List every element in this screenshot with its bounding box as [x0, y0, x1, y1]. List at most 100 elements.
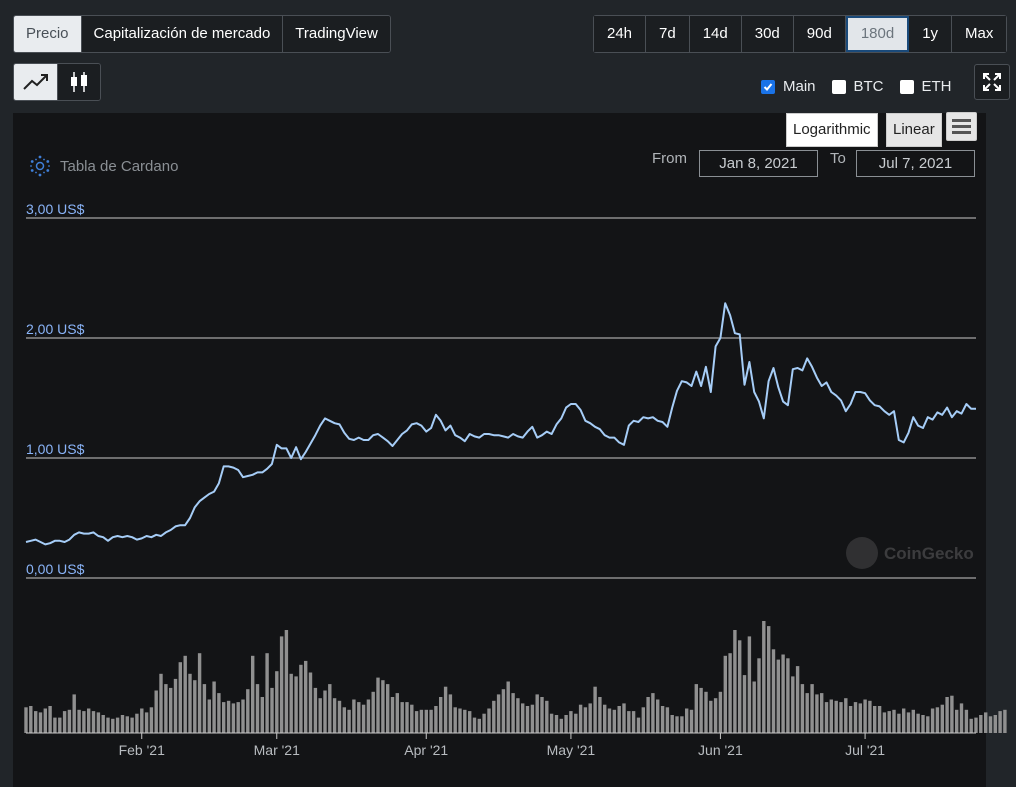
volume-bar: [284, 630, 289, 733]
x-tick-label: Jul '21: [845, 742, 885, 758]
volume-bar: [506, 681, 510, 733]
volume-bar: [188, 673, 192, 733]
volume-bar: [617, 706, 621, 733]
volume-bar: [38, 712, 43, 733]
volume-bar: [193, 680, 197, 733]
volume-bar: [159, 673, 163, 733]
volume-bar: [217, 693, 221, 733]
volume-bar: [603, 704, 607, 733]
volume-bar: [675, 716, 679, 733]
volume-bar: [395, 693, 399, 733]
volume-bar: [651, 693, 655, 733]
volume-bar: [448, 694, 453, 733]
from-date-input[interactable]: [699, 150, 818, 177]
volume-bar: [43, 708, 47, 733]
chart-title-text: Tabla de Cardano: [60, 157, 179, 175]
volume-bar: [665, 707, 670, 733]
volume-bar: [627, 711, 631, 733]
volume-bar: [887, 711, 891, 733]
volume-bar: [62, 711, 67, 733]
volume-bar: [545, 700, 549, 733]
x-tick-label: Apr '21: [404, 742, 448, 758]
volume-bar: [96, 712, 101, 733]
volume-bar: [453, 707, 457, 733]
volume-bar: [757, 658, 761, 733]
volume-bar: [535, 694, 539, 733]
volume-bar: [877, 706, 882, 733]
volume-bar: [998, 711, 1002, 733]
volume-bar: [738, 640, 742, 733]
volume-bar: [212, 681, 216, 733]
volume-bar: [858, 703, 862, 733]
volume-bar: [752, 681, 756, 733]
volume-bar: [588, 703, 592, 733]
volume-bar: [959, 703, 964, 733]
x-tick-label: Jun '21: [698, 742, 743, 758]
logarithmic-button[interactable]: Logarithmic: [786, 113, 878, 147]
volume-bar: [713, 698, 718, 733]
volume-bar: [574, 713, 578, 733]
volume-bar: [48, 706, 52, 733]
volume-bar: [709, 700, 713, 733]
volume-bar: [34, 711, 38, 733]
x-tick-label: Feb '21: [119, 742, 165, 758]
volume-bar: [226, 700, 231, 733]
volume-bar: [776, 659, 780, 733]
volume-bar: [844, 698, 848, 733]
volume-bar: [77, 709, 81, 733]
volume-bar: [144, 712, 149, 733]
volume-bar: [882, 712, 887, 733]
volume-bar: [304, 660, 308, 733]
volume-bar: [270, 687, 274, 733]
volume-bar: [598, 697, 602, 733]
volume-bar: [241, 699, 245, 733]
volume-bar: [622, 703, 626, 733]
linear-button[interactable]: Linear: [886, 113, 942, 147]
volume-bar: [926, 716, 930, 733]
volume-bar: [694, 684, 698, 733]
volume-bar: [313, 687, 318, 733]
volume-bar: [530, 704, 535, 733]
volume-bar: [791, 676, 795, 733]
volume-bar: [419, 709, 424, 733]
volume-bar: [583, 707, 588, 733]
volume-bar: [747, 636, 752, 733]
volume-bar: [115, 717, 120, 733]
volume-bar: [53, 717, 57, 733]
volume-bar: [607, 708, 612, 733]
volume-bar: [342, 707, 346, 733]
volume-bar: [405, 702, 409, 733]
volume-bar: [670, 715, 674, 733]
volume-bar: [299, 664, 303, 733]
volume-bar: [111, 718, 115, 733]
volume-bar: [733, 630, 737, 733]
volume-bar: [516, 698, 520, 733]
volume-bar: [328, 684, 332, 733]
volume-bar: [496, 694, 501, 733]
volume-bar: [906, 712, 911, 733]
volume-bar: [260, 697, 264, 733]
volume-bar: [689, 709, 694, 733]
volume-bar: [381, 680, 385, 733]
chart-menu-button[interactable]: [946, 112, 977, 141]
volume-bar: [911, 709, 915, 733]
volume-bar: [361, 704, 366, 733]
volume-bar: [472, 717, 477, 733]
volume-bar: [902, 708, 906, 733]
to-date-input[interactable]: [856, 150, 975, 177]
volume-bar: [945, 697, 949, 733]
volume-bar: [781, 654, 785, 733]
volume-bar: [578, 704, 583, 733]
volume-bar: [892, 709, 896, 733]
volume-bar: [767, 626, 771, 733]
volume-bar: [786, 658, 790, 733]
volume-bar: [279, 636, 284, 733]
volume-bar: [718, 691, 723, 733]
volume-bar: [704, 691, 708, 733]
volume-bar: [641, 707, 645, 733]
volume-bar: [742, 675, 747, 733]
chart-title: Tabla de Cardano: [28, 154, 178, 178]
volume-bar: [308, 672, 313, 733]
hamburger-icon: [952, 119, 971, 122]
volume-bar: [463, 709, 467, 733]
